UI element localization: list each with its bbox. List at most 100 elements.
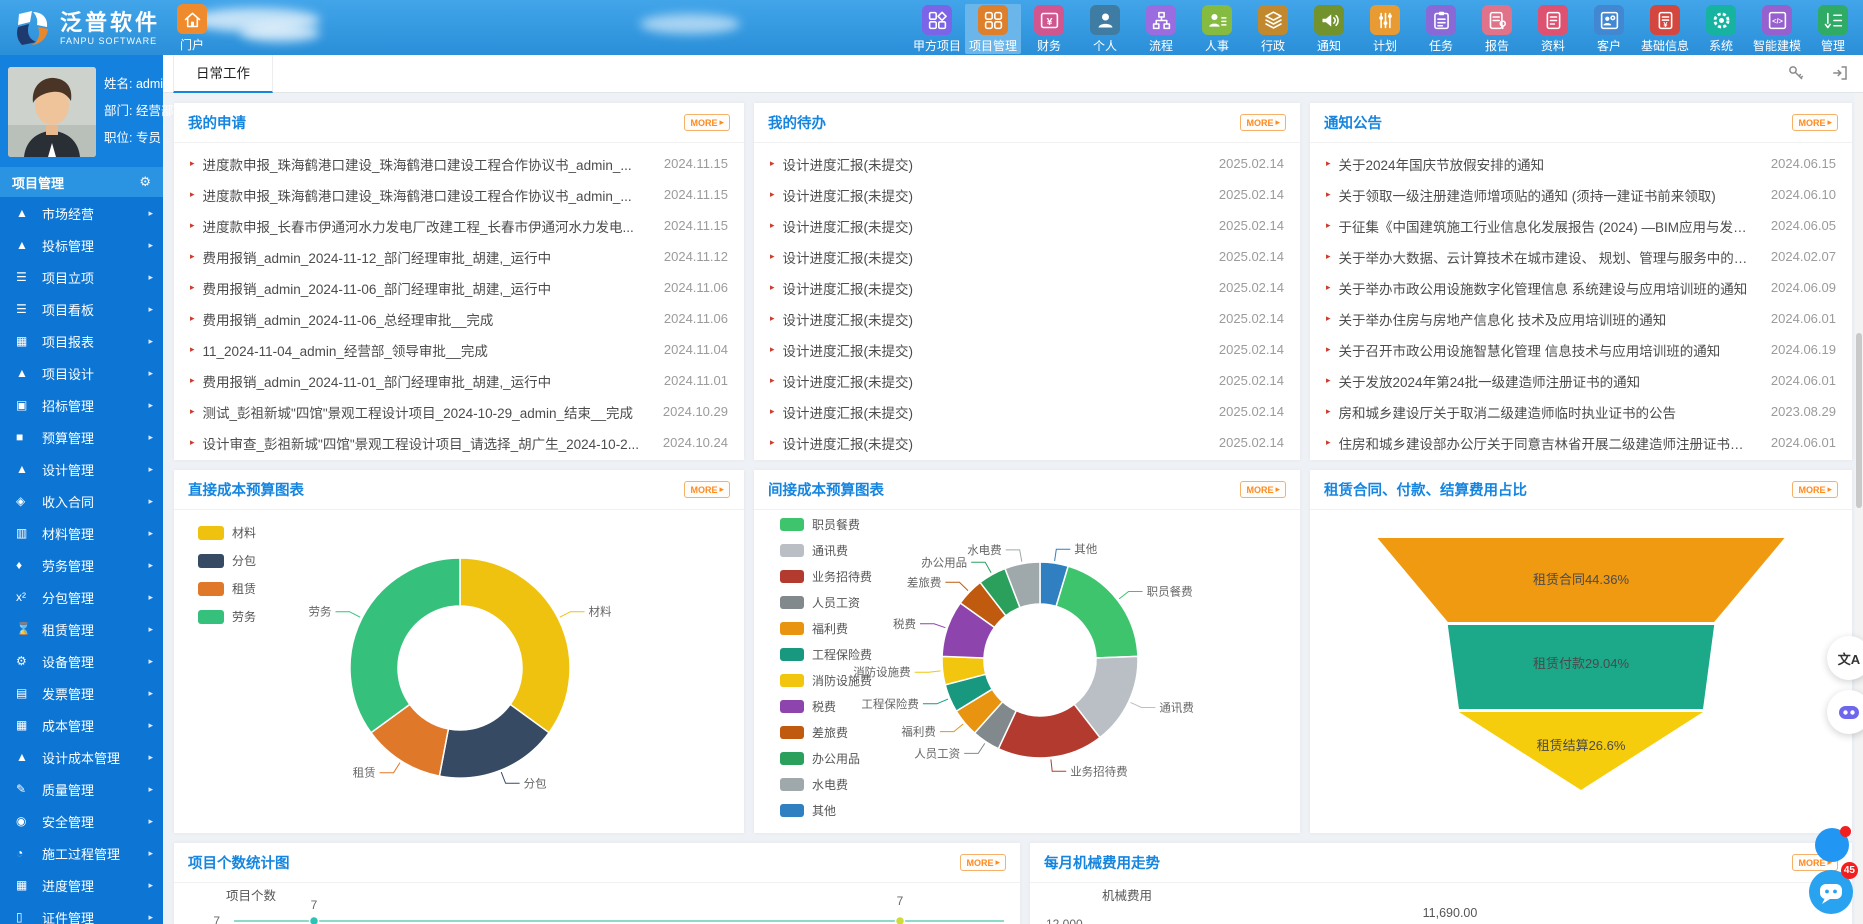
sidebar-item-3[interactable]: ☰项目立项▸ (0, 261, 163, 293)
sidebar-item-23[interactable]: ▯证件管理▸ (0, 901, 163, 924)
more-button[interactable]: MORE▸ (1792, 481, 1838, 498)
key-icon[interactable] (1787, 64, 1805, 82)
sidebar-item-5[interactable]: ▦项目报表▸ (0, 325, 163, 357)
list-item[interactable]: ▸关于举办大数据、云计算技术在城市建设、 规划、管理与服务中的应用培训班...2… (1310, 241, 1852, 272)
list-item[interactable]: ▸设计进度汇报(未提交)2025.02.14 (754, 272, 1300, 303)
scrollbar[interactable] (1855, 93, 1863, 924)
nav-item-2[interactable]: 项目管理 (965, 4, 1021, 54)
list-item[interactable]: ▸进度款申报_珠海鹤港口建设_珠海鹤港口建设工程合作协议书_admin_...2… (174, 179, 744, 210)
legend-item[interactable]: 工程保险费 (780, 646, 872, 663)
sidebar-item-15[interactable]: ⚙设备管理▸ (0, 645, 163, 677)
sidebar-item-14[interactable]: ⌛租赁管理▸ (0, 613, 163, 645)
more-button[interactable]: MORE▸ (684, 114, 730, 131)
list-item[interactable]: ▸设计进度汇报(未提交)2025.02.14 (754, 427, 1300, 458)
legend-item[interactable]: 材料 (198, 524, 256, 541)
list-item[interactable]: ▸关于领取一级注册建造师增项贴的通知 (须持一建证书前来领取)2024.06.1… (1310, 179, 1852, 210)
assistant-button[interactable] (1827, 690, 1863, 734)
list-item[interactable]: ▸房和城乡建设厅关于取消二级建造师临时执业证书的公告2023.08.29 (1310, 396, 1852, 427)
list-item[interactable]: ▸设计进度汇报(未提交)2025.02.14 (754, 148, 1300, 179)
sidebar-item-11[interactable]: ▥材料管理▸ (0, 517, 163, 549)
sidebar-item-6[interactable]: ▲项目设计▸ (0, 357, 163, 389)
nav-item-3[interactable]: ¥财务 (1021, 4, 1077, 54)
sidebar-item-21[interactable]: ◔施工过程管理▸ (0, 837, 163, 869)
list-item[interactable]: ▸设计进度汇报(未提交)2025.02.14 (754, 334, 1300, 365)
nav-item-6[interactable]: 人事 (1189, 4, 1245, 54)
more-button[interactable]: MORE▸ (1240, 481, 1286, 498)
sidebar-section-header[interactable]: 项目管理 ⚙ (0, 167, 163, 197)
chat-button[interactable]: 45 (1807, 868, 1855, 916)
legend-item[interactable]: 办公用品 (780, 750, 872, 767)
list-item[interactable]: ▸进度款申报_长春市伊通河水力发电厂改建工程_长春市伊通河水力发电...2024… (174, 210, 744, 241)
nav-item-14[interactable]: ¥基础信息 (1637, 4, 1693, 54)
sidebar-item-22[interactable]: ▦进度管理▸ (0, 869, 163, 901)
list-item[interactable]: ▸关于召开市政公用设施智慧化管理 信息技术与应用培训班的通知2024.06.19 (1310, 334, 1852, 365)
data-point[interactable] (310, 917, 319, 924)
list-item[interactable]: ▸费用报销_admin_2024-11-06_总经理审批__完成2024.11.… (174, 303, 744, 334)
nav-item-16[interactable]: </>智能建模 (1749, 4, 1805, 54)
notification-bubble[interactable] (1815, 828, 1849, 862)
legend-item[interactable]: 差旅费 (780, 724, 872, 741)
list-item[interactable]: ▸设计进度汇报(未提交)2025.02.14 (754, 241, 1300, 272)
avatar[interactable] (8, 67, 96, 157)
list-item[interactable]: ▸费用报销_admin_2024-11-01_部门经理审批_胡建,_运行中202… (174, 365, 744, 396)
list-item[interactable]: ▸于征集《中国建筑施工行业信息化发展报告 (2024) —BIM应用与发展》材料… (1310, 210, 1852, 241)
sidebar-item-2[interactable]: ▲投标管理▸ (0, 229, 163, 261)
nav-item-4[interactable]: 个人 (1077, 4, 1133, 54)
legend-item[interactable]: 通讯费 (780, 542, 872, 559)
legend-item[interactable]: 消防设施费 (780, 672, 872, 689)
sidebar-item-17[interactable]: ▦成本管理▸ (0, 709, 163, 741)
scrollbar-thumb[interactable] (1856, 333, 1862, 508)
list-item[interactable]: ▸关于举办住房与房地产信息化 技术及应用培训班的通知2024.06.01 (1310, 303, 1852, 334)
nav-item-portal[interactable]: 门户 (170, 4, 214, 53)
list-item[interactable]: ▸关于发放2024年第24批一级建造师注册证书的通知2024.06.01 (1310, 365, 1852, 396)
list-item[interactable]: ▸设计审查_彭祖新城"四馆"景观工程设计项目_请选择_胡广生_2024-10-2… (174, 427, 744, 458)
list-item[interactable]: ▸测试_彭祖新城"四馆"景观工程设计项目_2024-10-29_admin_结束… (174, 396, 744, 427)
donut-slice-材料[interactable] (460, 558, 570, 733)
legend-item[interactable]: 人员工资 (780, 594, 872, 611)
legend-item[interactable]: 分包 (198, 552, 256, 569)
list-item[interactable]: ▸设计进度汇报(未提交)2025.02.14 (754, 210, 1300, 241)
donut-slice-职员餐费[interactable] (1056, 566, 1138, 658)
sidebar-item-7[interactable]: ▣招标管理▸ (0, 389, 163, 421)
list-item[interactable]: ▸设计进度汇报(未提交)2025.02.14 (754, 179, 1300, 210)
list-item[interactable]: ▸设计进度汇报(未提交)2025.02.14 (754, 303, 1300, 334)
donut-slice-劳务[interactable] (350, 558, 460, 733)
data-point[interactable] (896, 917, 905, 924)
more-button[interactable]: MORE▸ (1240, 114, 1286, 131)
legend-item[interactable]: 税费 (780, 698, 872, 715)
nav-item-12[interactable]: 资料 (1525, 4, 1581, 54)
translate-button[interactable]: 文A (1827, 636, 1863, 680)
nav-item-17[interactable]: 管理 (1805, 4, 1861, 54)
list-item[interactable]: ▸费用报销_admin_2024-11-12_部门经理审批_胡建,_运行中202… (174, 241, 744, 272)
legend-item[interactable]: 其他 (780, 802, 872, 819)
sidebar-item-10[interactable]: ◈收入合同▸ (0, 485, 163, 517)
sidebar-item-18[interactable]: ▲设计成本管理▸ (0, 741, 163, 773)
nav-item-10[interactable]: 任务 (1413, 4, 1469, 54)
list-item[interactable]: ▸费用报销_admin_2024-11-06_部门经理审批_胡建,_运行中202… (174, 272, 744, 303)
list-item[interactable]: ▸11_2024-11-04_admin_经营部_领导审批__完成2024.11… (174, 334, 744, 365)
nav-item-9[interactable]: 计划 (1357, 4, 1413, 54)
nav-item-11[interactable]: 报告 (1469, 4, 1525, 54)
nav-item-5[interactable]: 流程 (1133, 4, 1189, 54)
legend-item[interactable]: 业务招待费 (780, 568, 872, 585)
gear-icon[interactable]: ⚙ (139, 174, 151, 190)
sidebar-item-13[interactable]: x²分包管理▸ (0, 581, 163, 613)
legend-item[interactable]: 福利费 (780, 620, 872, 637)
more-button[interactable]: MORE▸ (960, 854, 1006, 871)
sidebar-item-1[interactable]: ▲市场经营▸ (0, 197, 163, 229)
more-button[interactable]: MORE▸ (684, 481, 730, 498)
legend-item[interactable]: 租赁 (198, 580, 256, 597)
list-item[interactable]: ▸设计进度汇报(未提交)2025.02.14 (754, 396, 1300, 427)
legend-item[interactable]: 水电费 (780, 776, 872, 793)
more-button[interactable]: MORE▸ (1792, 114, 1838, 131)
sidebar-item-12[interactable]: ♦劳务管理▸ (0, 549, 163, 581)
nav-item-15[interactable]: 系统 (1693, 4, 1749, 54)
sidebar-item-9[interactable]: ▲设计管理▸ (0, 453, 163, 485)
legend-item[interactable]: 劳务 (198, 608, 256, 625)
sidebar-item-8[interactable]: ■预算管理▸ (0, 421, 163, 453)
nav-item-8[interactable]: 通知 (1301, 4, 1357, 54)
list-item[interactable]: ▸住房和城乡建设部办公厅关于同意吉林省开展二级建造师注册证书电子化试点...20… (1310, 427, 1852, 458)
sidebar-item-16[interactable]: ▤发票管理▸ (0, 677, 163, 709)
nav-item-13[interactable]: 客户 (1581, 4, 1637, 54)
sidebar-item-19[interactable]: ✎质量管理▸ (0, 773, 163, 805)
